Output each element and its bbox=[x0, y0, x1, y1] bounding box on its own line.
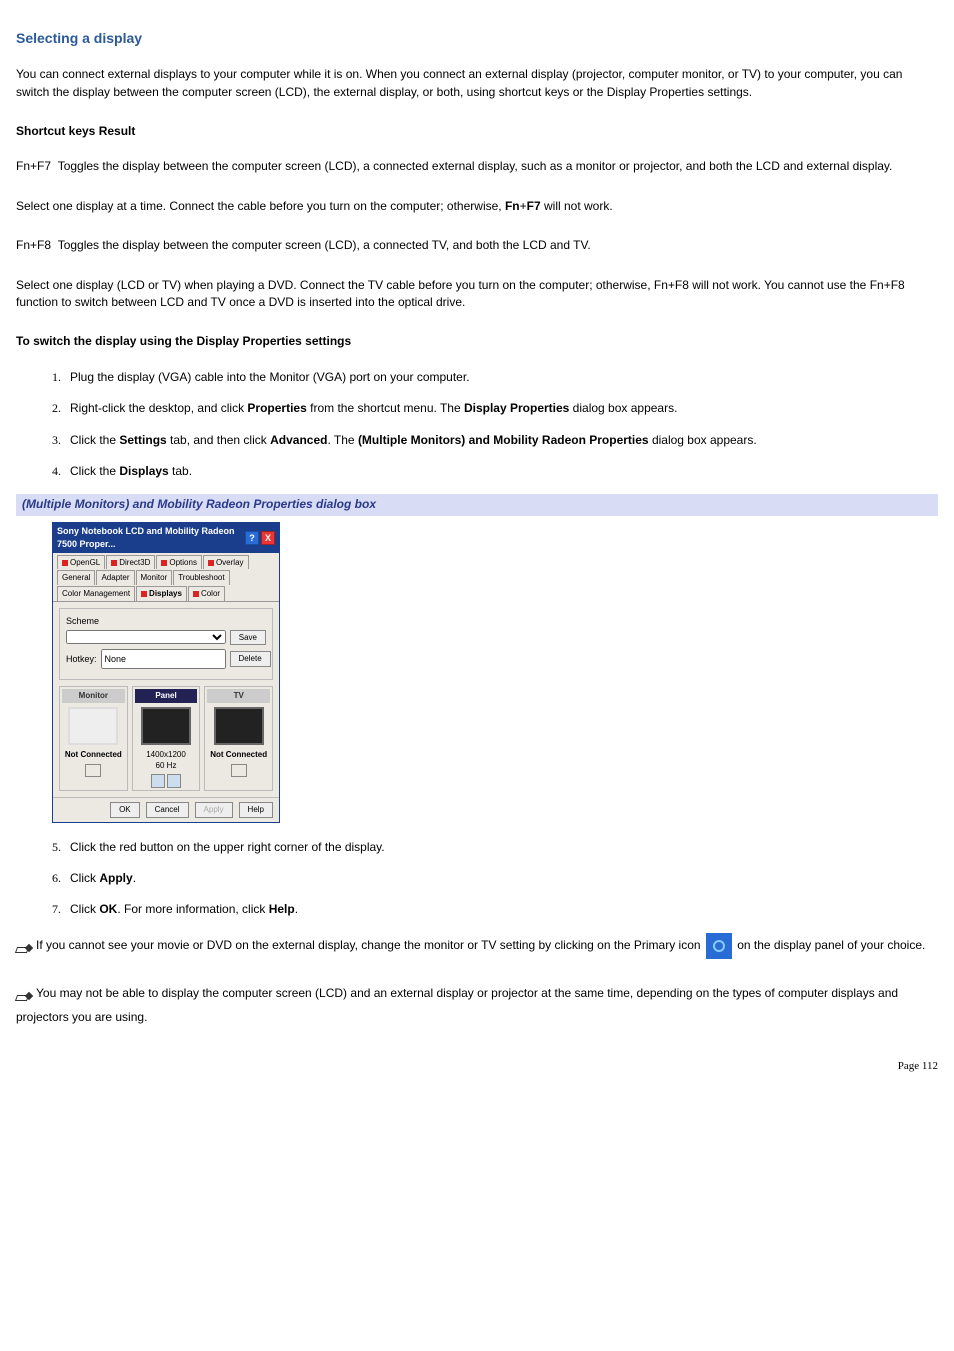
tv-head: TV bbox=[207, 689, 270, 703]
monitor-icon bbox=[68, 707, 118, 745]
hotkey-input[interactable] bbox=[101, 649, 226, 669]
help-icon[interactable]: ? bbox=[245, 531, 259, 545]
tab-troubleshoot[interactable]: Troubleshoot bbox=[173, 570, 229, 585]
monitor-head: Monitor bbox=[62, 689, 125, 703]
tab-color-mgmt[interactable]: Color Management bbox=[57, 586, 135, 601]
delete-button[interactable]: Delete bbox=[230, 651, 271, 667]
panel-column: Panel 1400x1200 60 Hz bbox=[132, 686, 201, 791]
fn-f7-note: Select one display at a time. Connect th… bbox=[16, 198, 938, 215]
save-button[interactable]: Save bbox=[230, 630, 266, 646]
properties-dialog: Sony Notebook LCD and Mobility Radeon 75… bbox=[52, 522, 280, 823]
panel-head: Panel bbox=[135, 689, 198, 703]
shortcut-keys-header: Shortcut keys Result bbox=[16, 123, 938, 140]
dialog-tabs: OpenGL Direct3D Options Overlay General … bbox=[53, 553, 279, 601]
step-6: Click Apply. bbox=[64, 870, 938, 887]
procedure-header: To switch the display using the Display … bbox=[16, 333, 938, 350]
monitor-toggle[interactable] bbox=[85, 764, 101, 776]
note-icon bbox=[16, 939, 32, 953]
step-1: Plug the display (VGA) cable into the Mo… bbox=[64, 369, 938, 386]
dialog-titlebar: Sony Notebook LCD and Mobility Radeon 75… bbox=[53, 523, 279, 553]
tv-toggle[interactable] bbox=[231, 764, 247, 776]
intro-paragraph: You can connect external displays to you… bbox=[16, 66, 938, 101]
fn-f7-desc: Toggles the display between the computer… bbox=[58, 159, 893, 173]
step-2: Right-click the desktop, and click Prope… bbox=[64, 400, 938, 417]
tab-options[interactable]: Options bbox=[156, 555, 202, 570]
display-columns: Monitor Not Connected Panel 1400x1200 60… bbox=[59, 686, 273, 791]
help-button[interactable]: Help bbox=[239, 802, 273, 818]
fn-f7-label: Fn+F7 bbox=[16, 159, 51, 173]
note-2: You may not be able to display the compu… bbox=[16, 981, 938, 1029]
panel-icon bbox=[141, 707, 191, 745]
note-1: If you cannot see your movie or DVD on t… bbox=[16, 933, 938, 959]
fn-f8-row: Fn+F8 Toggles the display between the co… bbox=[16, 237, 938, 254]
tab-general[interactable]: General bbox=[57, 570, 95, 585]
fn-f8-note: Select one display (LCD or TV) when play… bbox=[16, 277, 938, 312]
scheme-label: Scheme bbox=[66, 615, 266, 628]
steps-list-2: Click the red button on the upper right … bbox=[16, 839, 938, 919]
tab-monitor[interactable]: Monitor bbox=[136, 570, 173, 585]
apply-button[interactable]: Apply bbox=[195, 802, 233, 818]
tab-direct3d[interactable]: Direct3D bbox=[106, 555, 155, 570]
dialog-body: Scheme Save Hotkey: Delete Monitor Not C… bbox=[53, 601, 279, 797]
primary-toggle-icon[interactable] bbox=[151, 774, 165, 788]
page-number: Page 112 bbox=[16, 1059, 938, 1075]
tv-status: Not Connected bbox=[207, 749, 270, 761]
steps-list-1: Plug the display (VGA) cable into the Mo… bbox=[16, 369, 938, 481]
tab-adapter[interactable]: Adapter bbox=[96, 570, 134, 585]
scheme-group: Scheme Save Hotkey: Delete bbox=[59, 608, 273, 681]
step-7: Click OK. For more information, click He… bbox=[64, 901, 938, 918]
note-icon bbox=[16, 987, 32, 1001]
page-title: Selecting a display bbox=[16, 28, 938, 48]
ok-button[interactable]: OK bbox=[110, 802, 140, 818]
cancel-button[interactable]: Cancel bbox=[146, 802, 189, 818]
step-5: Click the red button on the upper right … bbox=[64, 839, 938, 856]
tab-color[interactable]: Color bbox=[188, 586, 225, 601]
dialog-caption: (Multiple Monitors) and Mobility Radeon … bbox=[16, 494, 938, 515]
dialog-footer: OK Cancel Apply Help bbox=[53, 797, 279, 822]
scheme-select[interactable] bbox=[66, 630, 226, 644]
panel-res: 1400x1200 bbox=[135, 749, 198, 761]
fn-f8-label: Fn+F8 bbox=[16, 238, 51, 252]
hotkey-label: Hotkey: bbox=[66, 653, 97, 666]
tv-column: TV Not Connected bbox=[204, 686, 273, 791]
clone-toggle-icon[interactable] bbox=[167, 774, 181, 788]
tv-icon bbox=[214, 707, 264, 745]
step-4: Click the Displays tab. bbox=[64, 463, 938, 480]
tab-overlay[interactable]: Overlay bbox=[203, 555, 249, 570]
monitor-column: Monitor Not Connected bbox=[59, 686, 128, 791]
fn-f7-row: Fn+F7 Toggles the display between the co… bbox=[16, 158, 938, 175]
step-3: Click the Settings tab, and then click A… bbox=[64, 432, 938, 449]
dialog-title-text: Sony Notebook LCD and Mobility Radeon 75… bbox=[57, 525, 245, 551]
tab-displays[interactable]: Displays bbox=[136, 586, 187, 601]
monitor-status: Not Connected bbox=[62, 749, 125, 761]
tab-opengl[interactable]: OpenGL bbox=[57, 555, 105, 570]
panel-hz: 60 Hz bbox=[135, 760, 198, 772]
primary-icon bbox=[706, 933, 732, 959]
fn-f8-desc: Toggles the display between the computer… bbox=[58, 238, 591, 252]
close-icon[interactable]: X bbox=[261, 531, 275, 545]
